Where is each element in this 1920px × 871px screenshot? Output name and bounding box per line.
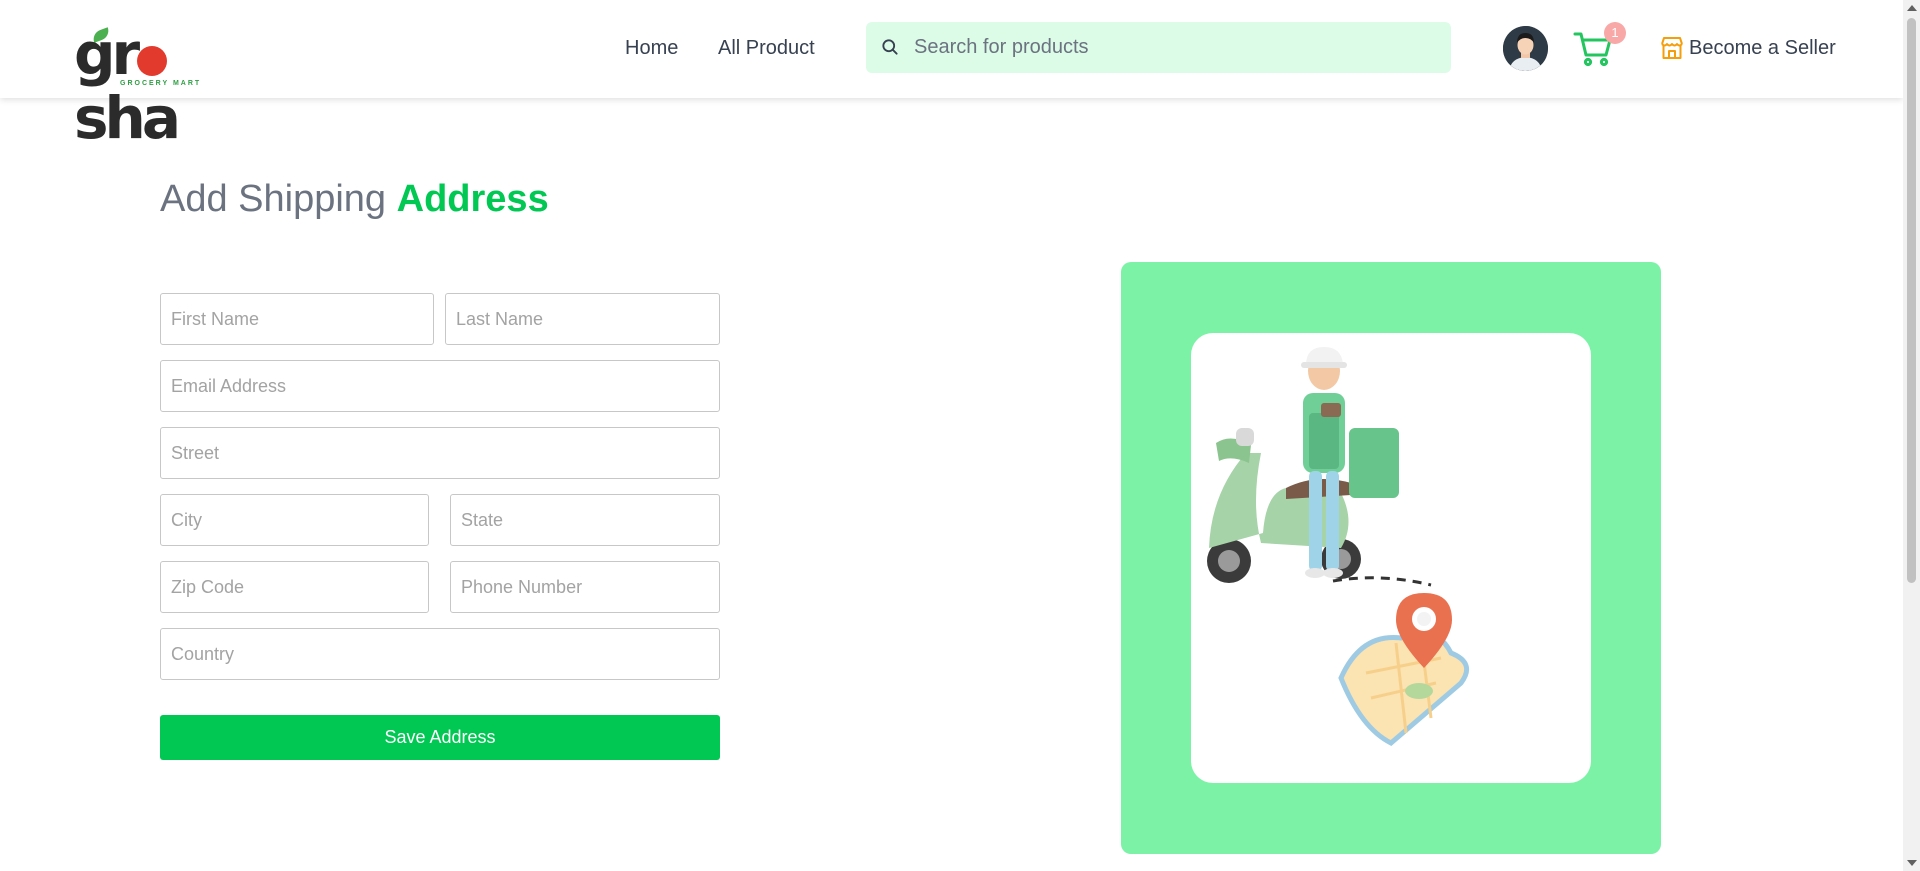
page-title: Add Shipping Address [160,178,549,221]
search-bar [866,22,1451,73]
scroll-down-arrow-icon[interactable] [1907,860,1917,866]
page-title-plain: Add Shipping [160,178,387,220]
site-header: grsha GROCERY MART Home All Product 1 Be… [0,0,1903,150]
user-avatar[interactable] [1503,26,1548,71]
page-scrollbar[interactable] [1903,0,1920,871]
brand-logo[interactable]: grsha GROCERY MART [74,22,254,150]
store-icon [1661,37,1683,59]
search-input[interactable] [914,22,1434,73]
phone-number-field[interactable] [450,561,720,613]
avatar-image [1503,26,1548,71]
street-field[interactable] [160,427,720,479]
brand-tagline: GROCERY MART [120,80,202,87]
become-seller-label: Become a Seller [1689,36,1836,59]
search-icon [882,39,898,55]
scroll-thumb[interactable] [1907,18,1916,583]
nav-all-product-link[interactable]: All Product [718,37,815,60]
become-seller-link[interactable]: Become a Seller [1659,34,1836,62]
nav-home-link[interactable]: Home [625,37,678,60]
scroll-up-arrow-icon[interactable] [1907,5,1917,11]
city-field[interactable] [160,494,429,546]
delivery-illustration [1191,333,1591,783]
save-address-button[interactable]: Save Address [160,715,720,760]
email-field[interactable] [160,360,720,412]
country-field[interactable] [160,628,720,680]
delivery-scooter-illustration [1207,347,1470,746]
delivery-illustration-panel [1121,262,1661,854]
page-title-accent: Address [396,178,549,220]
first-name-field[interactable] [160,293,434,345]
zip-code-field[interactable] [160,561,429,613]
state-field[interactable] [450,494,720,546]
last-name-field[interactable] [445,293,720,345]
cart-count-badge: 1 [1604,22,1626,44]
tomato-icon [137,46,168,76]
